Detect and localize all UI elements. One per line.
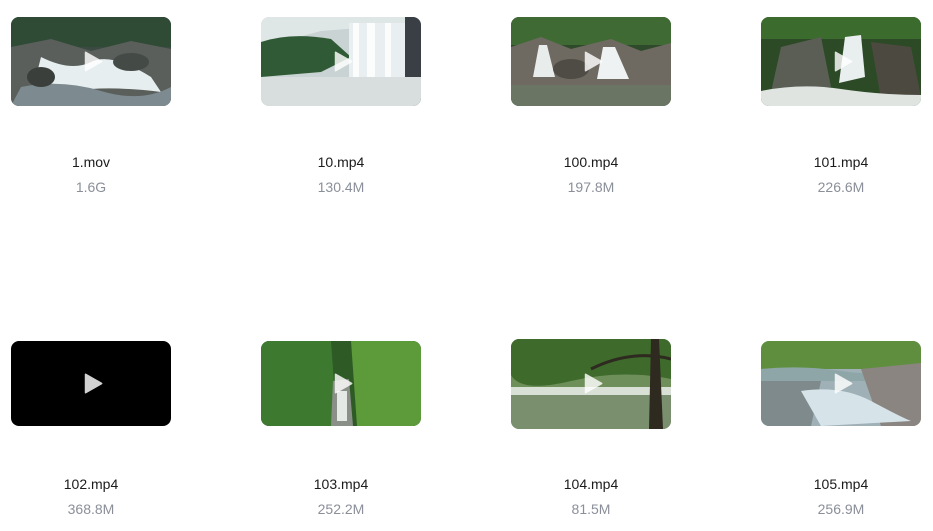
play-icon[interactable]: [832, 373, 854, 395]
video-thumbnail[interactable]: [761, 17, 921, 106]
play-icon[interactable]: [582, 51, 604, 73]
file-size: 252.2M: [317, 501, 365, 517]
file-size: 1.6G: [75, 179, 107, 195]
file-size: 130.4M: [317, 179, 365, 195]
video-thumbnail[interactable]: [261, 17, 421, 106]
video-thumbnail[interactable]: [761, 341, 921, 426]
file-name: 104.mp4: [563, 476, 619, 492]
file-size: 368.8M: [67, 501, 115, 517]
file-size: 197.8M: [567, 179, 615, 195]
file-tile[interactable]: 104.mp4 81.5M: [466, 339, 716, 526]
file-name: 1.mov: [71, 154, 111, 170]
file-name: 105.mp4: [813, 476, 869, 492]
video-thumbnail[interactable]: [261, 341, 421, 426]
file-tile[interactable]: 102.mp4 368.8M: [0, 341, 216, 526]
file-tile[interactable]: 105.mp4 256.9M: [716, 341, 933, 526]
file-size: 256.9M: [817, 501, 865, 517]
file-tile[interactable]: 1.mov 1.6G: [0, 17, 216, 202]
play-icon[interactable]: [82, 373, 104, 395]
play-icon[interactable]: [82, 51, 104, 73]
file-size: 81.5M: [571, 501, 611, 517]
video-thumbnail[interactable]: [11, 341, 171, 426]
play-icon[interactable]: [332, 51, 354, 73]
file-name: 102.mp4: [63, 476, 119, 492]
file-tile[interactable]: 10.mp4 130.4M: [216, 17, 466, 202]
file-name: 101.mp4: [813, 154, 869, 170]
file-name: 10.mp4: [317, 154, 365, 170]
file-size: 226.6M: [817, 179, 865, 195]
play-icon[interactable]: [582, 373, 604, 395]
file-tile[interactable]: 101.mp4 226.6M: [716, 17, 933, 202]
file-tile[interactable]: 100.mp4 197.8M: [466, 17, 716, 202]
file-name: 100.mp4: [563, 154, 619, 170]
video-thumbnail[interactable]: [511, 339, 671, 429]
play-icon[interactable]: [332, 373, 354, 395]
file-grid: 1.mov 1.6G 10.mp4 130.4M 100.mp4 197.8M …: [0, 0, 933, 531]
file-tile[interactable]: 103.mp4 252.2M: [216, 341, 466, 526]
video-thumbnail[interactable]: [11, 17, 171, 106]
video-thumbnail[interactable]: [511, 17, 671, 106]
play-icon[interactable]: [832, 51, 854, 73]
file-name: 103.mp4: [313, 476, 369, 492]
